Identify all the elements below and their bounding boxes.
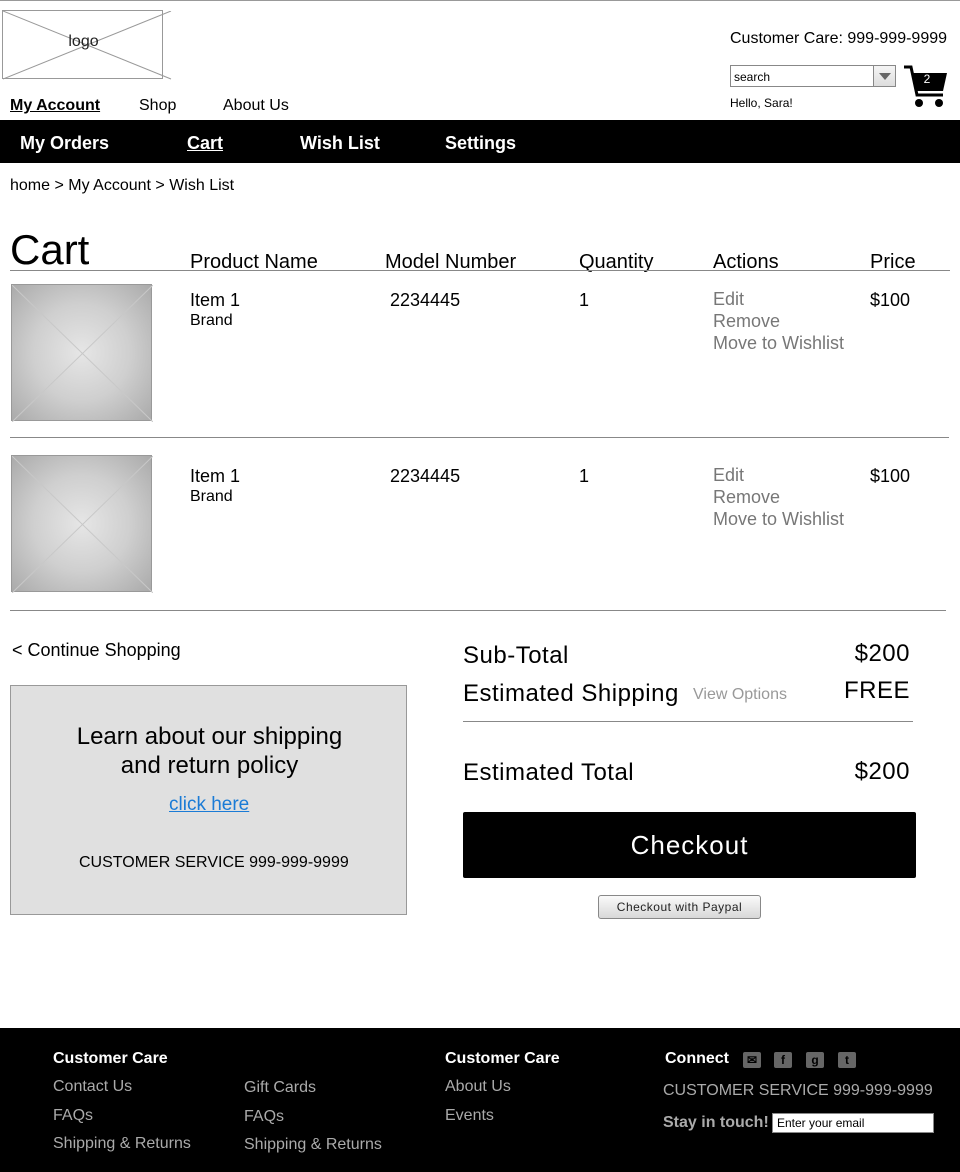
logo[interactable]: logo <box>2 10 172 80</box>
policy-title-line-1: Learn about our shipping <box>76 723 343 750</box>
total-value: $200 <box>854 758 910 785</box>
header-divider <box>10 270 950 271</box>
summary-divider <box>463 721 913 722</box>
page-title: Cart <box>10 226 90 273</box>
footer-link-gift-cards[interactable]: Gift Cards <box>244 1079 316 1097</box>
newsletter-email-input[interactable]: Enter your email <box>772 1113 934 1133</box>
footer-link-events[interactable]: Events <box>445 1107 494 1125</box>
product-image[interactable] <box>11 284 153 422</box>
account-nav-bar: My Orders Cart Wish List Settings <box>0 120 960 163</box>
stay-in-touch-label: Stay in touch! <box>663 1114 769 1131</box>
shipping-label: Estimated Shipping <box>463 680 679 707</box>
cart-count-badge: 2 <box>923 72 931 86</box>
checkout-button[interactable]: Checkout <box>463 812 916 878</box>
logo-text: logo <box>68 33 99 50</box>
footer-heading-customer-care: Customer Care <box>53 1050 168 1067</box>
footer-customer-service: CUSTOMER SERVICE 999-999-9999 <box>663 1082 933 1099</box>
remove-link[interactable]: Remove <box>713 486 780 508</box>
move-to-wishlist-link[interactable]: Move to Wishlist <box>713 508 844 530</box>
view-shipping-options-link[interactable]: View Options <box>693 686 787 704</box>
product-brand: Brand <box>190 488 233 505</box>
product-name[interactable]: Item 1 <box>190 466 240 487</box>
tab-settings[interactable]: Settings <box>445 133 516 154</box>
facebook-icon[interactable]: f <box>774 1052 792 1068</box>
row-divider <box>10 610 946 611</box>
mail-icon[interactable]: ✉ <box>743 1052 761 1068</box>
product-brand: Brand <box>190 312 233 329</box>
search-input[interactable]: search <box>734 70 864 84</box>
footer-link-shipping-returns[interactable]: Shipping & Returns <box>53 1135 191 1153</box>
policy-customer-service: CUSTOMER SERVICE 999-999-9999 <box>79 854 349 871</box>
chevron-down-icon[interactable] <box>873 66 895 86</box>
cart-icon[interactable]: 2 <box>903 65 949 109</box>
google-icon[interactable]: g <box>806 1052 824 1068</box>
product-name[interactable]: Item 1 <box>190 290 240 311</box>
newsletter-email-placeholder: Enter your email <box>777 1116 865 1130</box>
customer-care-phone: Customer Care: 999-999-9999 <box>730 30 948 47</box>
total-label: Estimated Total <box>463 759 635 786</box>
tab-my-orders[interactable]: My Orders <box>20 133 109 154</box>
quantity[interactable]: 1 <box>579 466 589 487</box>
footer-link-contact-us[interactable]: Contact Us <box>53 1078 132 1096</box>
top-border <box>0 0 960 1</box>
footer-link-shipping-returns[interactable]: Shipping & Returns <box>244 1136 382 1154</box>
nav-shop[interactable]: Shop <box>139 97 176 115</box>
policy-click-here-link[interactable]: click here <box>169 794 249 816</box>
footer-heading-customer-care-2: Customer Care <box>445 1050 560 1067</box>
table-row: Item 1 Brand 2234445 1 Edit Remove Move … <box>0 455 960 595</box>
product-image[interactable] <box>11 455 153 593</box>
remove-link[interactable]: Remove <box>713 310 780 332</box>
image-placeholder-icon <box>12 456 153 593</box>
user-greeting: Hello, Sara! <box>730 96 793 110</box>
model-number: 2234445 <box>390 466 461 486</box>
price: $100 <box>870 466 911 486</box>
shipping-value: FREE <box>843 677 910 704</box>
policy-title-line-2: and return policy <box>120 752 299 779</box>
row-divider <box>10 437 949 438</box>
model-number: 2234445 <box>390 290 461 310</box>
policy-title: Learn about our shipping and return poli… <box>11 722 408 780</box>
nav-about-us[interactable]: About Us <box>223 97 289 115</box>
footer-link-faqs[interactable]: FAQs <box>244 1108 284 1126</box>
footer-link-faqs[interactable]: FAQs <box>53 1107 93 1125</box>
edit-link[interactable]: Edit <box>713 464 744 486</box>
footer: Customer Care Contact Us FAQs Shipping &… <box>0 1028 960 1172</box>
image-placeholder-icon <box>12 285 153 422</box>
twitter-icon[interactable]: t <box>838 1052 856 1068</box>
move-to-wishlist-link[interactable]: Move to Wishlist <box>713 332 844 354</box>
subtotal-value: $200 <box>854 640 910 667</box>
tab-cart[interactable]: Cart <box>187 133 223 154</box>
footer-link-about-us[interactable]: About Us <box>445 1078 511 1096</box>
shipping-policy-panel: Learn about our shipping and return poli… <box>10 685 407 915</box>
tab-wish-list[interactable]: Wish List <box>300 133 380 154</box>
footer-heading-connect: Connect <box>665 1050 729 1067</box>
search-combobox[interactable]: search <box>730 65 896 87</box>
subtotal-label: Sub-Total <box>463 642 569 669</box>
table-row: Item 1 Brand 2234445 1 Edit Remove Move … <box>0 284 960 424</box>
price: $100 <box>870 290 911 310</box>
paypal-checkout-button[interactable]: Checkout with Paypal <box>598 895 761 919</box>
breadcrumb[interactable]: home > My Account > Wish List <box>10 177 234 195</box>
continue-shopping-link[interactable]: < Continue Shopping <box>12 640 181 661</box>
nav-my-account[interactable]: My Account <box>10 97 100 115</box>
edit-link[interactable]: Edit <box>713 288 744 310</box>
quantity[interactable]: 1 <box>579 290 589 311</box>
